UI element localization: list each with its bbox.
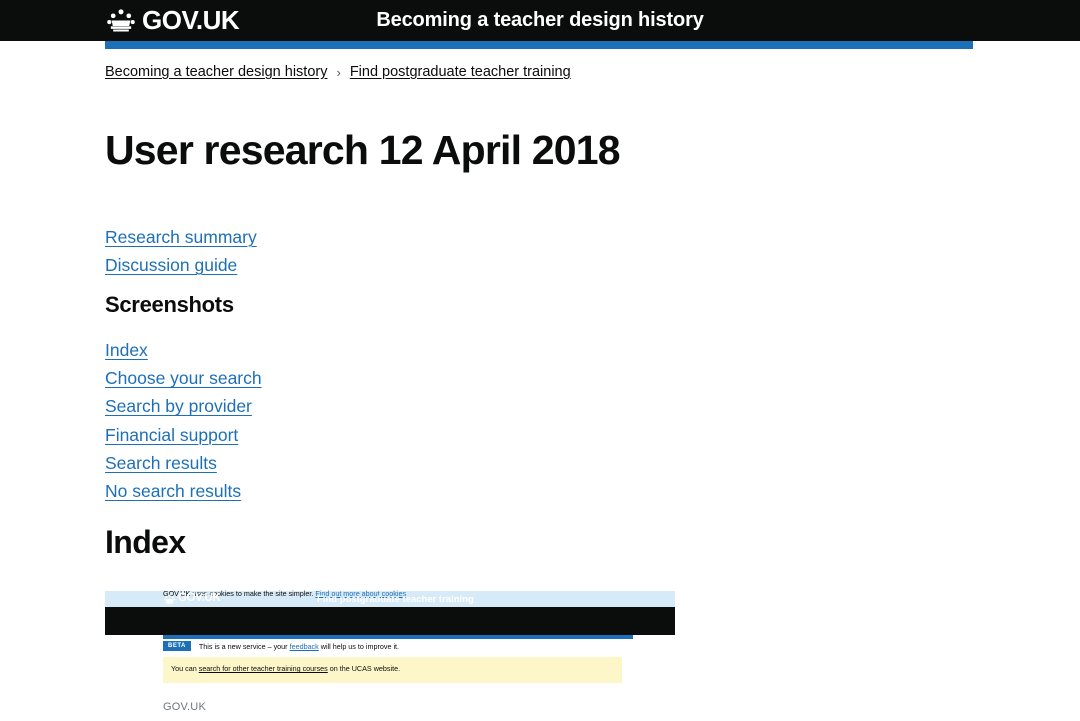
service-name: Becoming a teacher design history (376, 9, 704, 31)
link-financial-support[interactable]: Financial support (105, 425, 238, 445)
embedded-accent-bar (163, 635, 633, 639)
embedded-screenshot-index: GOV.UK uses cookies to make the site sim… (105, 586, 985, 721)
embedded-beta-text-after: will help us to improve it. (318, 641, 400, 651)
list-item: Choose your search (105, 365, 262, 393)
link-search-results[interactable]: Search results (105, 453, 217, 473)
embedded-govuk-logo-text: GOV.UK (178, 592, 221, 604)
embedded-site-header (105, 607, 675, 635)
embedded-ucas-search-link[interactable]: search for other teacher training course… (199, 664, 328, 673)
link-discussion-guide[interactable]: Discussion guide (105, 255, 237, 275)
list-item: Financial support (105, 422, 262, 450)
breadcrumb-item-1[interactable]: Find postgraduate teacher training (350, 64, 571, 80)
embedded-service-name: Find postgraduate teacher training (317, 594, 474, 605)
link-choose-your-search[interactable]: Choose your search (105, 368, 262, 388)
screenshots-heading: Screenshots (105, 292, 234, 317)
list-item: No search results (105, 478, 262, 506)
site-header: GOV.UK Becoming a teacher design history (0, 0, 1080, 41)
link-index[interactable]: Index (105, 340, 148, 360)
embedded-beta-text: This is a new service – your feedback wi… (199, 642, 399, 651)
page-title: User research 12 April 2018 (105, 127, 621, 173)
link-no-search-results[interactable]: No search results (105, 481, 241, 501)
embedded-govuk-logo: GOV.UK (163, 592, 221, 605)
embedded-footer-text: GOV.UK (163, 701, 206, 713)
embedded-notice-text-after: on the UCAS website. (327, 664, 401, 673)
embedded-beta-tag: BETA (163, 641, 191, 651)
link-search-by-provider[interactable]: Search by provider (105, 396, 252, 416)
embedded-notice-text: You can search for other teacher trainin… (171, 664, 400, 673)
embedded-beta-banner: BETA This is a new service – your feedba… (163, 641, 633, 651)
header-accent-bar (105, 41, 973, 49)
list-item: Search by provider (105, 393, 262, 421)
link-research-summary[interactable]: Research summary (105, 227, 257, 247)
embedded-feedback-link[interactable]: feedback (290, 642, 319, 651)
list-item: Discussion guide (105, 252, 257, 280)
list-item: Search results (105, 450, 262, 478)
embedded-beta-text-before: This is a new service – your (198, 641, 290, 651)
index-heading: Index (105, 524, 186, 560)
document-link-list: Research summary Discussion guide (105, 224, 257, 280)
breadcrumb-separator-icon: › (336, 64, 341, 80)
list-item: Research summary (105, 224, 257, 252)
list-item: Index (105, 337, 262, 365)
screenshot-link-list: Index Choose your search Search by provi… (105, 337, 262, 506)
breadcrumb: Becoming a teacher design history › Find… (105, 64, 571, 80)
breadcrumb-item-0[interactable]: Becoming a teacher design history (105, 64, 327, 80)
crown-icon (163, 594, 176, 604)
embedded-notice-panel: You can search for other teacher trainin… (163, 657, 622, 683)
embedded-notice-text-before: You can (171, 664, 199, 673)
